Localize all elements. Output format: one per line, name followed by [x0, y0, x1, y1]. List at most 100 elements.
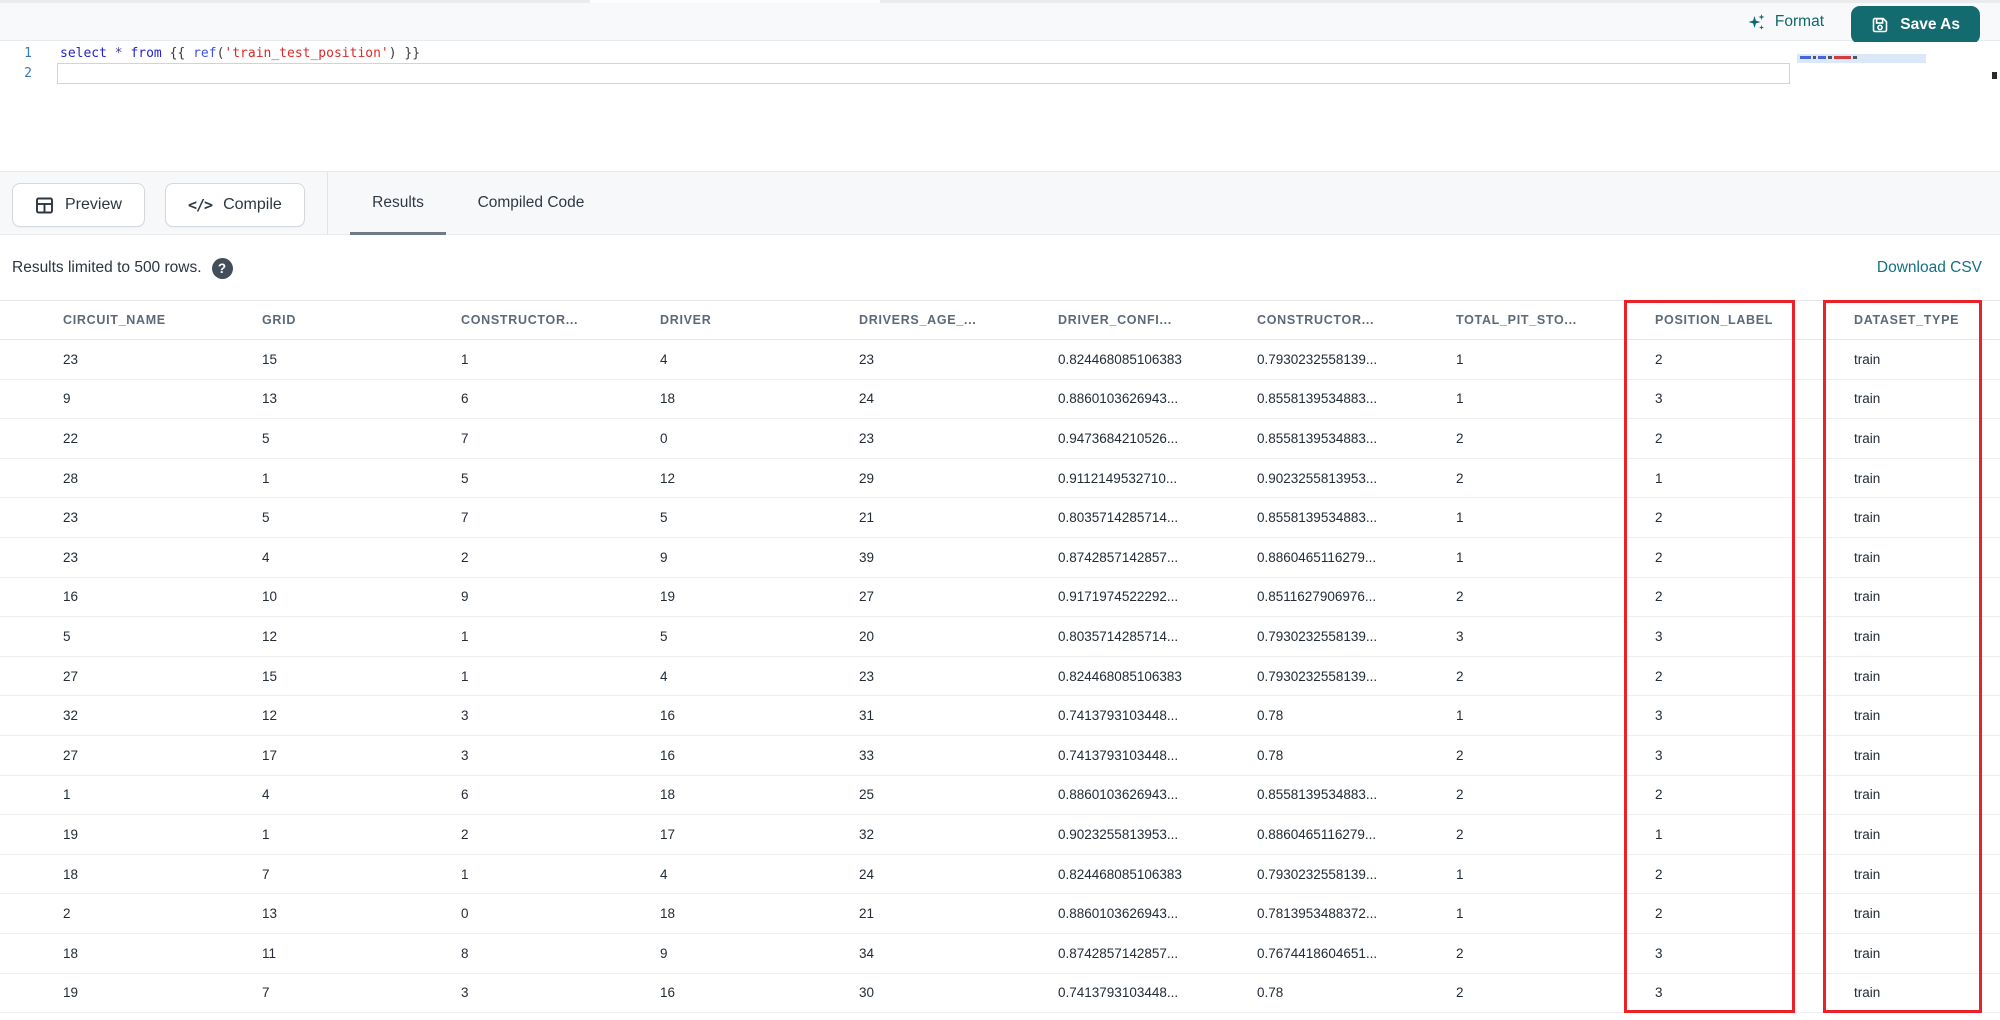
table-cell: train: [1854, 866, 1881, 882]
column-header-drivers-age: DRIVERS_AGE_...: [859, 313, 977, 327]
minimap[interactable]: [1797, 54, 1926, 63]
table-cell: 2: [1655, 906, 1663, 922]
code-token-string: 'train_test_position': [224, 46, 389, 61]
table-row: 5 12 1 5 20 0.8035714285714... 0.7930232558139…: [0, 617, 2000, 657]
table-cell: 2: [1655, 589, 1663, 605]
save-as-button[interactable]: Save As: [1851, 6, 1980, 44]
table-cell: 18: [660, 787, 676, 803]
preview-button-label: Preview: [65, 196, 122, 213]
table-cell: 5: [660, 510, 668, 526]
table-cell: 1: [63, 787, 71, 803]
preview-button[interactable]: Preview: [12, 183, 145, 227]
column-header-circuit-name: CIRCUIT_NAME: [63, 313, 166, 327]
table-cell: 3: [1655, 391, 1663, 407]
compile-button[interactable]: </> Compile: [165, 183, 305, 227]
table-cell: 1: [262, 470, 270, 486]
table-cell: 22: [63, 430, 79, 446]
column-header-driver: DRIVER: [660, 313, 712, 327]
table-cell: 4: [660, 866, 668, 882]
table-cell: 17: [660, 826, 676, 842]
table-cell: 1: [461, 628, 469, 644]
table-cell: 31: [859, 708, 875, 724]
table-cell: 0.78: [1257, 708, 1284, 724]
table-row: 27 15 1 4 23 0.824468085106383 0.7930232558139…: [0, 657, 2000, 697]
table-cell: 10: [262, 589, 278, 605]
table-cell: train: [1854, 985, 1881, 1001]
table-cell: 0.8742857142857...: [1058, 549, 1179, 565]
save-icon: [1871, 16, 1889, 34]
table-cell: 0.8558139534883...: [1257, 510, 1378, 526]
table-row: 18 7 1 4 24 0.824468085106383 0.7930232558139.…: [0, 855, 2000, 895]
table-cell: 0.7413793103448...: [1058, 747, 1179, 763]
table-cell: 5: [660, 628, 668, 644]
table-cell: 13: [262, 391, 278, 407]
code-token-plain: {{: [161, 46, 194, 61]
minimap-mark: [1834, 56, 1851, 59]
table-cell: 2: [1456, 668, 1464, 684]
results-info-bar: Results limited to 500 rows. ? Download …: [0, 236, 2000, 300]
column-header-constructor: CONSTRUCTOR...: [461, 313, 579, 327]
table-cell: 29: [859, 470, 875, 486]
code-line[interactable]: select * from {{ ref('train_test_positio…: [57, 44, 420, 64]
minimap-mark: [1853, 56, 1857, 59]
table-cell: 23: [63, 510, 79, 526]
tab-compiled-code[interactable]: Compiled Code: [466, 172, 596, 234]
column-header-constructor: CONSTRUCTOR...: [1257, 313, 1375, 327]
table-cell: 33: [859, 747, 875, 763]
table-cell: 0.7930232558139...: [1257, 866, 1378, 882]
table-cell: 3: [1655, 945, 1663, 961]
table-cell: 0.9023255813953...: [1058, 826, 1179, 842]
table-cell: 0.8860103626943...: [1058, 391, 1179, 407]
table-cell: train: [1854, 945, 1881, 961]
code-token-keyword: select: [60, 46, 107, 61]
format-button[interactable]: Format: [1747, 3, 1824, 41]
table-cell: 2: [1655, 510, 1663, 526]
table-cell: 0.9023255813953...: [1257, 470, 1378, 486]
code-icon: </>: [188, 196, 213, 214]
current-line-highlight[interactable]: [57, 63, 1790, 84]
table-cell: 1: [1655, 470, 1663, 486]
table-cell: 23: [859, 430, 875, 446]
format-button-label: Format: [1774, 13, 1824, 30]
table-cell: 2: [1456, 985, 1464, 1001]
table-cell: 1: [461, 866, 469, 882]
table-cell: 5: [262, 430, 270, 446]
table-cell: 2: [1655, 351, 1663, 367]
download-csv-link[interactable]: Download CSV: [1877, 236, 1982, 300]
table-cell: 4: [660, 668, 668, 684]
table-cell: 0.9473684210526...: [1058, 430, 1179, 446]
table-cell: 2: [1456, 826, 1464, 842]
table-cell: 0.8558139534883...: [1257, 787, 1378, 803]
table-row: 28 1 5 12 29 0.9112149532710... 0.902325581395…: [0, 459, 2000, 499]
download-csv-label: Download CSV: [1876, 259, 1982, 276]
column-header-total-pit-sto: TOTAL_PIT_STO...: [1456, 313, 1577, 327]
table-body: 23 15 1 4 23 0.824468085106383 0.7930232558139…: [0, 340, 2000, 1014]
sql-code-editor[interactable]: 1 2 select * from {{ ref('train_test_pos…: [0, 42, 2000, 171]
table-row: 9 13 6 18 24 0.8860103626943... 0.855813953488…: [0, 380, 2000, 420]
tab-results[interactable]: Results: [350, 172, 446, 234]
table-row: 16 10 9 19 27 0.9171974522292... 0.85116279069…: [0, 578, 2000, 618]
table-row: 2 13 0 18 21 0.8860103626943... 0.781395348837…: [0, 894, 2000, 934]
table-cell: 0.7930232558139...: [1257, 628, 1378, 644]
table-cell: 7: [262, 866, 270, 882]
line-number: 2: [24, 66, 32, 81]
table-cell: 16: [63, 589, 79, 605]
table-cell: 15: [262, 351, 278, 367]
help-icon[interactable]: ?: [211, 257, 233, 279]
table-cell: 18: [63, 945, 79, 961]
table-cell: 1: [1456, 549, 1464, 565]
table-cell: 3: [461, 985, 469, 1001]
table-cell: 4: [660, 351, 668, 367]
table-cell: 3: [461, 747, 469, 763]
table-cell: 5: [262, 510, 270, 526]
table-cell: 2: [1655, 866, 1663, 882]
table-cell: 23: [859, 351, 875, 367]
code-token-operator: *: [114, 46, 123, 61]
table-cell: 0.824468085106383: [1058, 866, 1182, 882]
table-cell: 20: [859, 628, 875, 644]
table-cell: 7: [461, 430, 469, 446]
table-cell: 2: [1456, 787, 1464, 803]
table-cell: 9: [461, 589, 469, 605]
table-row: 32 12 3 16 31 0.7413793103448... 0.78 1 3 train: [0, 696, 2000, 736]
